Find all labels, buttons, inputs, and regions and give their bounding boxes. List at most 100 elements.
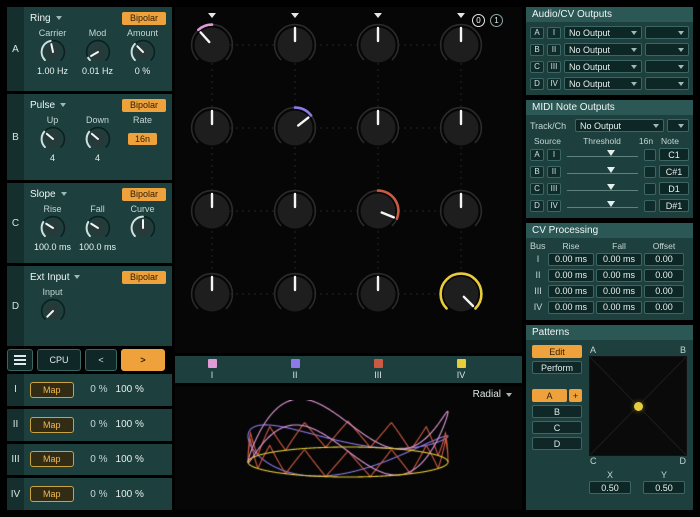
ext-input-knob[interactable] <box>40 298 66 324</box>
matrix-knob-1-2[interactable] <box>356 106 400 150</box>
threshold-slider[interactable] <box>567 148 638 161</box>
offset-value[interactable]: 0.00 <box>644 301 684 314</box>
map-max-value[interactable]: 100 % <box>116 454 144 465</box>
matrix-knob-3-3[interactable] <box>439 272 483 316</box>
rise-value[interactable]: 0.00 ms <box>548 253 594 266</box>
fall-value[interactable]: 0.00 ms <box>596 285 642 298</box>
next-page-button[interactable]: > <box>121 349 165 371</box>
source-toggle[interactable]: A <box>530 27 544 39</box>
rise-value[interactable]: 0.00 ms <box>548 285 594 298</box>
note-value[interactable]: D#1 <box>659 199 689 212</box>
map-min-value[interactable]: 0 % <box>82 454 108 465</box>
y-value[interactable]: 0.50 <box>643 481 685 494</box>
fall-value[interactable]: 0.00 ms <box>596 301 642 314</box>
map-min-value[interactable]: 0 % <box>82 419 108 430</box>
xy-cursor[interactable] <box>634 402 643 411</box>
matrix-knob-3-0[interactable] <box>190 272 234 316</box>
source-b-select[interactable]: B <box>7 94 24 180</box>
output-select[interactable]: No Output <box>564 43 642 56</box>
rise-value[interactable]: 0.00 ms <box>548 301 594 314</box>
threshold-slider[interactable] <box>567 165 638 178</box>
source-toggle[interactable]: D <box>530 200 544 212</box>
matrix-knob-2-3[interactable] <box>439 189 483 233</box>
matrix-knob-2-0[interactable] <box>190 189 234 233</box>
xy-pad[interactable] <box>589 356 687 456</box>
down-value[interactable]: 4 <box>95 153 100 164</box>
view-mode-selector[interactable]: Radial <box>473 389 512 400</box>
bus-toggle[interactable]: I <box>547 27 561 39</box>
source-toggle[interactable]: D <box>530 78 544 90</box>
source-toggle[interactable]: A <box>530 149 544 161</box>
rate-toggle[interactable] <box>644 149 656 161</box>
lane-color-swatch[interactable] <box>208 359 217 368</box>
amount-value[interactable]: 0 % <box>135 66 151 77</box>
fall-value[interactable]: 100.0 ms <box>79 242 116 253</box>
up-value[interactable]: 4 <box>50 153 55 164</box>
perform-button[interactable]: Perform <box>532 361 582 374</box>
output-select[interactable]: No Output <box>564 77 642 90</box>
offset-value[interactable]: 0.00 <box>644 269 684 282</box>
map-button[interactable]: Map <box>30 451 74 467</box>
rise-value[interactable]: 0.00 ms <box>548 269 594 282</box>
output-select[interactable]: No Output <box>564 60 642 73</box>
rate-toggle[interactable] <box>644 183 656 195</box>
matrix-knob-0-0[interactable] <box>190 23 234 67</box>
midi-channel-select[interactable] <box>667 119 689 132</box>
x-value[interactable]: 0.50 <box>589 481 631 494</box>
pattern-slot-c[interactable]: C <box>532 421 582 434</box>
mod-value[interactable]: 0.01 Hz <box>82 66 113 77</box>
matrix-page-1-button[interactable]: 1 <box>490 14 503 27</box>
channel-select[interactable] <box>645 26 689 39</box>
amount-knob[interactable] <box>130 39 156 65</box>
midi-track-select[interactable]: No Output <box>575 119 664 132</box>
map-button[interactable]: Map <box>30 486 74 502</box>
mod-knob[interactable] <box>85 39 111 65</box>
up-knob[interactable] <box>40 126 66 152</box>
matrix-knob-0-1[interactable] <box>273 23 317 67</box>
map-max-value[interactable]: 100 % <box>116 419 144 430</box>
hamburger-menu-button[interactable] <box>7 349 33 371</box>
add-pattern-button[interactable]: + <box>569 389 582 402</box>
bus-toggle[interactable]: IV <box>547 78 561 90</box>
fall-value[interactable]: 0.00 ms <box>596 253 642 266</box>
output-select[interactable]: No Output <box>564 26 642 39</box>
source-c-select[interactable]: C <box>7 183 24 263</box>
source-d-select[interactable]: D <box>7 266 24 346</box>
slider-marker-icon[interactable] <box>607 150 615 156</box>
bipolar-toggle-b[interactable]: Bipolar <box>122 99 166 112</box>
source-toggle[interactable]: B <box>530 44 544 56</box>
matrix-knob-2-1[interactable] <box>273 189 317 233</box>
bipolar-toggle-d[interactable]: Bipolar <box>122 271 166 284</box>
bus-toggle[interactable]: II <box>547 166 561 178</box>
down-knob[interactable] <box>85 126 111 152</box>
map-max-value[interactable]: 100 % <box>116 384 144 395</box>
bus-toggle[interactable]: IV <box>547 200 561 212</box>
source-toggle[interactable]: B <box>530 166 544 178</box>
pattern-slot-a[interactable]: A <box>532 389 567 402</box>
bus-toggle[interactable]: I <box>547 149 561 161</box>
matrix-knob-0-2[interactable] <box>356 23 400 67</box>
carrier-knob[interactable] <box>40 39 66 65</box>
map-button[interactable]: Map <box>30 382 74 398</box>
prev-page-button[interactable]: < <box>85 349 117 371</box>
slider-marker-icon[interactable] <box>607 201 615 207</box>
note-value[interactable]: D1 <box>659 182 689 195</box>
lane-color-swatch[interactable] <box>291 359 300 368</box>
source-a-type[interactable]: Ring <box>30 13 51 24</box>
offset-value[interactable]: 0.00 <box>644 285 684 298</box>
bipolar-toggle-c[interactable]: Bipolar <box>122 188 166 201</box>
fall-knob[interactable] <box>85 215 111 241</box>
edit-button[interactable]: Edit <box>532 345 582 358</box>
source-a-select[interactable]: A <box>7 7 24 91</box>
bus-toggle[interactable]: III <box>547 183 561 195</box>
lane-color-swatch[interactable] <box>457 359 466 368</box>
rate-toggle[interactable] <box>644 166 656 178</box>
map-min-value[interactable]: 0 % <box>82 384 108 395</box>
note-value[interactable]: C1 <box>659 148 689 161</box>
matrix-knob-1-1[interactable] <box>273 106 317 150</box>
channel-select[interactable] <box>645 77 689 90</box>
matrix-knob-3-2[interactable] <box>356 272 400 316</box>
threshold-slider[interactable] <box>567 199 638 212</box>
offset-value[interactable]: 0.00 <box>644 253 684 266</box>
slider-marker-icon[interactable] <box>607 184 615 190</box>
